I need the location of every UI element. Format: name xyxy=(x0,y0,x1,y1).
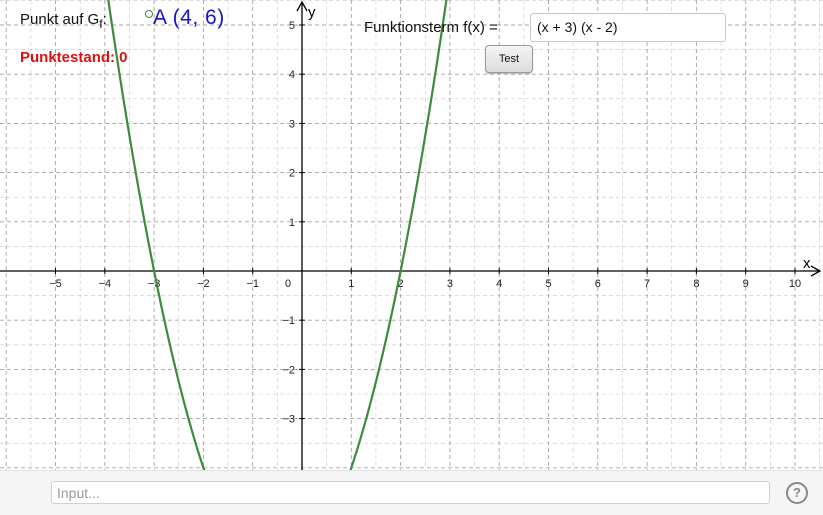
x-tick-label: 10 xyxy=(789,278,801,290)
x-tick-label: 8 xyxy=(693,278,699,290)
x-tick-label: 9 xyxy=(743,278,749,290)
x-tick-label: −2 xyxy=(197,278,210,290)
y-axis-label: y xyxy=(308,4,316,21)
algebra-input[interactable]: Input... xyxy=(51,481,770,504)
function-term-input[interactable]: (x + 3) (x - 2) xyxy=(530,13,726,42)
x-tick-label: 4 xyxy=(496,278,502,290)
x-tick-label: 1 xyxy=(348,278,354,290)
y-tick-label: 5 xyxy=(289,20,295,32)
function-plot[interactable]: xy−5 −4 −3 −2 −1 0 1 2 3 4 5 6 7 8 9 10−3−2−112345 xyxy=(0,0,823,470)
x-tick-label: 7 xyxy=(644,278,650,290)
x-tick-label: 3 xyxy=(447,278,453,290)
x-tick-label: −4 xyxy=(99,278,112,290)
y-tick-label: 1 xyxy=(289,217,295,229)
point-coordinates: A (4, 6) xyxy=(153,6,225,29)
x-axis-label: x xyxy=(803,255,811,272)
input-bar: Input... ? xyxy=(0,470,823,515)
y-tick-label: −1 xyxy=(282,315,295,327)
help-icon[interactable]: ? xyxy=(786,482,808,504)
function-term-label: Funktionsterm f(x) = xyxy=(364,19,498,36)
x-tick-label: −1 xyxy=(246,278,259,290)
x-tick-label: 0 xyxy=(285,278,291,290)
x-tick-label: 5 xyxy=(545,278,551,290)
y-tick-label: 4 xyxy=(289,69,295,81)
score-text: Punktestand: 0 xyxy=(20,49,128,66)
x-tick-label: −5 xyxy=(49,278,62,290)
function-graph xyxy=(107,0,448,470)
y-tick-label: −3 xyxy=(282,414,295,426)
y-tick-label: 2 xyxy=(289,168,295,180)
point-marker-icon[interactable] xyxy=(145,10,153,18)
point-label: Punkt auf Gf: xyxy=(20,11,107,31)
graphics-view[interactable]: x y −5 −4 −3 −2 −1 0 1 2 3 4 5 6 7 8 9 10 −3 −2 −1 1 2 3 4 5 Punk… xyxy=(0,0,823,470)
x-tick-label: 6 xyxy=(595,278,601,290)
test-button[interactable]: Test xyxy=(485,45,533,73)
y-tick-label: −2 xyxy=(282,364,295,376)
y-tick-label: 3 xyxy=(289,118,295,130)
